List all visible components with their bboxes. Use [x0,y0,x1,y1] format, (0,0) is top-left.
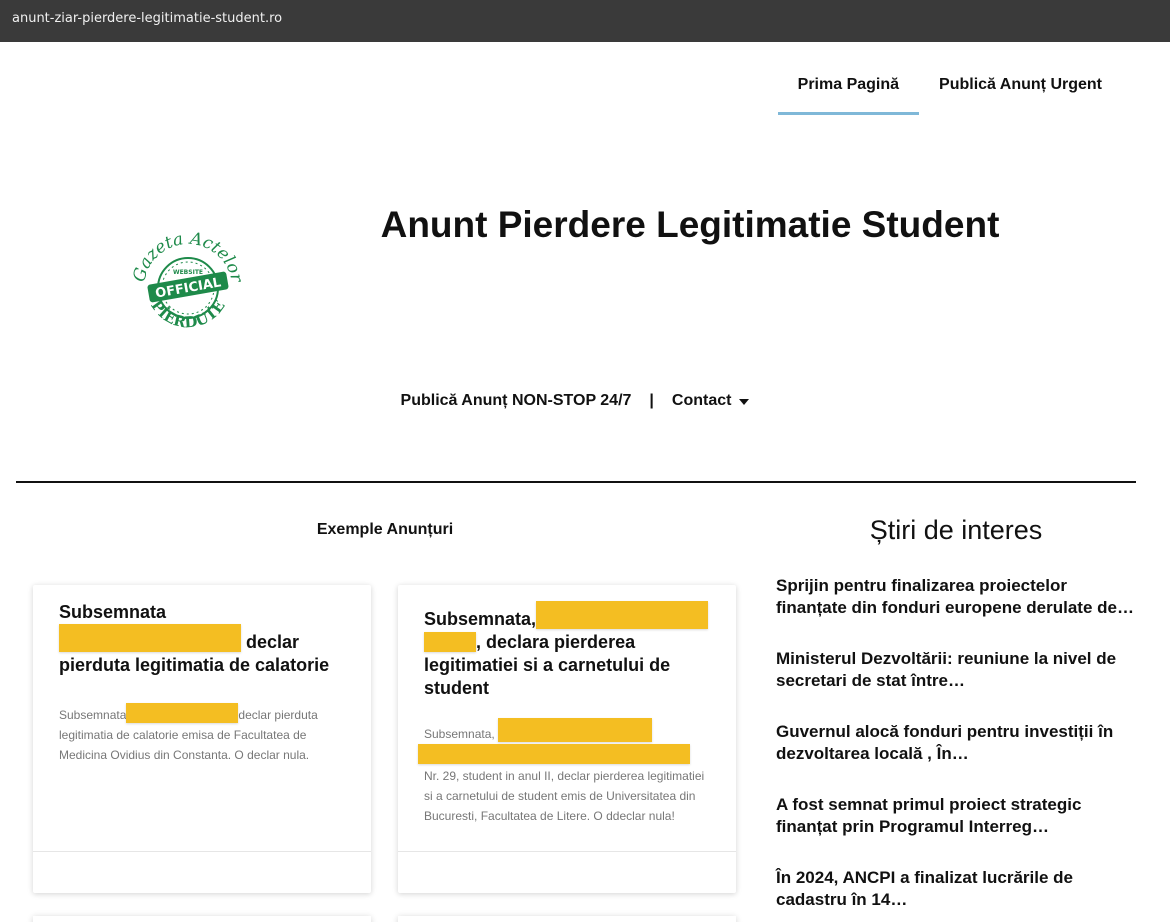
card-excerpt: Subsemnata declar pierduta legitimatia de… [59,703,345,765]
card-footer [398,851,736,852]
nav-contact-dropdown[interactable]: Contact [672,392,750,410]
news-item[interactable]: În 2024, ANCPI a finalizat lucrările de … [776,867,1136,911]
nav-publica-anunt-urgent[interactable]: Publică Anunț Urgent [919,62,1122,115]
card-footer [33,851,371,852]
news-item[interactable]: Guvernul alocă fonduri pentru investiții… [776,721,1136,765]
news-item[interactable]: Sprijin pentru finalizarea proiectelor f… [776,575,1136,619]
redacted-block [126,703,239,723]
nav-publica-anunt-non-stop[interactable]: Publică Anunț NON-STOP 24/7 [401,392,632,410]
redacted-block [418,744,690,764]
top-navigation: Prima Pagină Publică Anunț Urgent [777,62,1122,115]
redacted-block [424,632,476,652]
news-item[interactable]: A fost semnat primul proiect strategic f… [776,794,1136,838]
logo-text-bottom: PIERDUTE [147,297,228,332]
examples-heading: Exemple Anunțuri [316,521,454,538]
page-title: Anunt Pierdere Legitimatie Student [380,204,1000,245]
header-divider [16,481,1136,483]
card-title[interactable]: Subsemnata, , declara pierderea legitima… [424,601,710,700]
card-title[interactable]: Subsemnata declar pierduta legitimatia d… [59,601,345,677]
nav-separator: | [649,392,654,409]
svg-text:★: ★ [206,305,211,312]
site-logo[interactable]: Gazeta Actelor PIERDUTE WEBSITE OFFICIAL… [126,226,250,346]
logo-text-top: Gazeta Actelor [129,228,246,284]
news-list: Sprijin pentru finalizarea proiectelor f… [776,575,1136,922]
example-card[interactable]: Subsemnata declar pierduta legitimatia d… [33,585,371,893]
redacted-block [59,624,241,652]
logo-stamp-icon: Gazeta Actelor PIERDUTE WEBSITE OFFICIAL… [129,228,246,332]
example-card-next[interactable] [33,916,371,922]
secondary-navigation: Publică Anunț NON-STOP 24/7 | Contact [0,392,1150,410]
nav-prima-pagina[interactable]: Prima Pagină [777,62,920,115]
chevron-down-icon [739,399,750,405]
news-heading: Știri de interes [869,515,1043,545]
example-card-next[interactable] [398,916,736,922]
redacted-block [498,718,653,742]
logo-text-website: WEBSITE [173,269,203,276]
example-card[interactable]: Subsemnata, , declara pierderea legitima… [398,585,736,893]
address-bar[interactable]: anunt-ziar-pierdere-legitimatie-student.… [0,0,1170,42]
card-excerpt: Subsemnata, Nr. 29, student in anul II, … [418,718,710,826]
nav-contact-label: Contact [671,392,732,409]
svg-text:★: ★ [166,305,171,312]
redacted-block [536,601,709,629]
news-item[interactable]: Ministerul Dezvoltării: reuniune la nive… [776,648,1136,692]
